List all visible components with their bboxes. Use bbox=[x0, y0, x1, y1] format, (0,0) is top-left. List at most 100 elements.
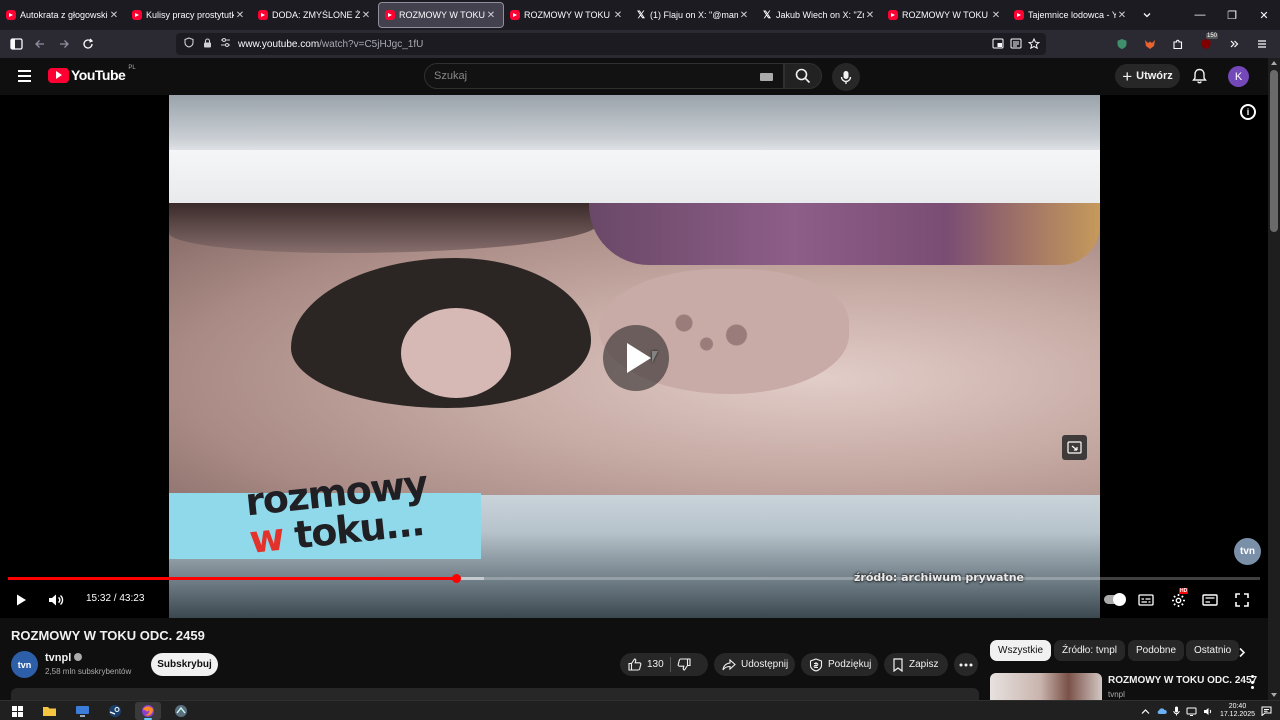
speaker-icon[interactable] bbox=[1203, 707, 1214, 716]
video-player[interactable]: rozmowy w toku... źródło: archiwum prywa… bbox=[0, 95, 1268, 618]
ublock-extension-button[interactable]: 150 bbox=[1194, 32, 1218, 56]
recommended-menu-button[interactable] bbox=[1246, 675, 1258, 689]
play-button[interactable] bbox=[8, 587, 34, 613]
channel-watermark[interactable]: tvn bbox=[1234, 538, 1261, 565]
close-tab-icon[interactable]: ✕ bbox=[234, 10, 246, 21]
reader-view-icon[interactable] bbox=[1010, 36, 1022, 54]
network-icon[interactable] bbox=[1186, 707, 1197, 716]
info-icon[interactable]: i bbox=[1240, 104, 1256, 120]
scroll-down-arrow-icon[interactable] bbox=[1271, 693, 1277, 697]
dislike-button[interactable] bbox=[677, 658, 691, 671]
close-tab-icon[interactable]: ✕ bbox=[864, 10, 876, 21]
extension-fox-button[interactable] bbox=[1138, 32, 1162, 56]
taskbar-firefox[interactable] bbox=[135, 702, 161, 720]
keyboard-icon[interactable] bbox=[760, 73, 773, 81]
chip-all[interactable]: Wszystkie bbox=[990, 640, 1051, 661]
description-box[interactable] bbox=[11, 688, 979, 700]
theater-mode-button[interactable] bbox=[1197, 587, 1223, 613]
share-button[interactable]: Udostępnij bbox=[714, 653, 795, 676]
back-button[interactable] bbox=[28, 32, 52, 56]
browser-tab[interactable]: 𝕏 (1) Flaju on X: "@mamic✕ bbox=[630, 2, 756, 28]
chip-from-channel[interactable]: Źródło: tvnpl bbox=[1054, 640, 1126, 661]
scrubber-handle[interactable] bbox=[451, 574, 461, 583]
thanks-button[interactable]: Podziękuj bbox=[801, 653, 878, 676]
taskbar-app[interactable] bbox=[168, 702, 194, 720]
browser-tab[interactable]: DODA: ZMYŚLONE ŻYCIE✕ bbox=[252, 2, 378, 28]
bookmark-star-icon[interactable] bbox=[1027, 36, 1041, 54]
search-button[interactable] bbox=[784, 63, 822, 89]
mute-button[interactable] bbox=[43, 587, 69, 613]
cloud-icon[interactable] bbox=[1156, 707, 1167, 715]
taskbar-remote-desktop[interactable] bbox=[69, 702, 95, 720]
subtitles-button[interactable] bbox=[1133, 587, 1159, 613]
notifications-tray-icon[interactable] bbox=[1261, 706, 1272, 716]
browser-tab[interactable]: Tajemnice lodowca - You✕ bbox=[1008, 2, 1134, 28]
browser-tab[interactable]: Autokrata z głogowskiej ✕ bbox=[0, 2, 126, 28]
app-menu-button[interactable] bbox=[1250, 32, 1274, 56]
chip-related[interactable]: Podobne bbox=[1128, 640, 1185, 661]
close-tab-icon[interactable]: ✕ bbox=[1116, 10, 1128, 21]
lock-icon[interactable] bbox=[198, 37, 216, 51]
extensions-button[interactable] bbox=[1166, 32, 1190, 56]
channel-name[interactable]: tvnpl bbox=[45, 652, 71, 664]
notifications-button[interactable] bbox=[1188, 65, 1210, 87]
voice-search-button[interactable] bbox=[832, 63, 860, 91]
save-button[interactable]: Zapisz bbox=[884, 653, 948, 676]
browser-tab[interactable]: ROZMOWY W TOKU ODC.✕ bbox=[378, 2, 504, 28]
page-scrollbar[interactable] bbox=[1268, 58, 1280, 700]
recommended-title[interactable]: ROZMOWY W TOKU ODC. 2457 bbox=[1108, 675, 1257, 686]
minimize-window-button[interactable]: — bbox=[1184, 9, 1216, 21]
channel-avatar[interactable]: tvn bbox=[11, 651, 38, 678]
browser-tab[interactable]: ROZMOWY W TOKU ODC.✕ bbox=[882, 2, 1008, 28]
chip-recent[interactable]: Ostatnio bbox=[1186, 640, 1240, 661]
close-tab-icon[interactable]: ✕ bbox=[108, 10, 120, 21]
microphone-tray-icon[interactable] bbox=[1173, 706, 1180, 716]
close-tab-icon[interactable]: ✕ bbox=[485, 10, 497, 21]
create-button[interactable]: + Utwórz bbox=[1115, 64, 1180, 88]
close-tab-icon[interactable]: ✕ bbox=[612, 10, 624, 21]
shield-icon[interactable] bbox=[180, 37, 198, 51]
browser-tab[interactable]: 𝕏 Jakub Wiech on X: "Zrob✕ bbox=[756, 2, 882, 28]
miniplayer-button[interactable] bbox=[1062, 435, 1087, 460]
scrollbar-thumb[interactable] bbox=[1270, 70, 1278, 232]
picture-in-picture-icon[interactable] bbox=[992, 36, 1004, 54]
chips-next-button[interactable] bbox=[1234, 644, 1250, 660]
scroll-up-arrow-icon[interactable] bbox=[1271, 61, 1277, 65]
channel-name-row[interactable]: tvnpl bbox=[45, 652, 83, 664]
extension-shield-button[interactable] bbox=[1110, 32, 1134, 56]
url-text[interactable]: www.youtube.com/watch?v=C5jHJgc_1fU bbox=[238, 39, 423, 50]
chevron-up-icon[interactable] bbox=[1141, 708, 1150, 715]
forward-button[interactable] bbox=[52, 32, 76, 56]
overflow-menu-button[interactable] bbox=[1222, 32, 1246, 56]
fullscreen-button[interactable] bbox=[1229, 587, 1255, 613]
like-button[interactable]: 130 bbox=[620, 658, 664, 671]
close-tab-icon[interactable]: ✕ bbox=[360, 10, 372, 21]
taskbar-file-explorer[interactable] bbox=[36, 702, 62, 720]
close-tab-icon[interactable]: ✕ bbox=[990, 10, 1002, 21]
taskbar-steam[interactable] bbox=[102, 702, 128, 720]
guide-menu-button[interactable] bbox=[12, 64, 36, 88]
account-avatar[interactable]: K bbox=[1228, 66, 1249, 87]
tab-list-button[interactable] bbox=[1136, 2, 1158, 28]
close-tab-icon[interactable]: ✕ bbox=[738, 10, 750, 21]
autoplay-toggle[interactable] bbox=[1104, 593, 1126, 606]
settings-button[interactable]: HD bbox=[1165, 587, 1191, 613]
close-window-button[interactable]: ✕ bbox=[1248, 9, 1280, 22]
youtube-logo[interactable]: YouTube PL bbox=[48, 65, 136, 83]
permissions-icon[interactable] bbox=[216, 38, 234, 50]
browser-tab[interactable]: Kulisy pracy prostytutki. ✕ bbox=[126, 2, 252, 28]
search-input[interactable] bbox=[425, 64, 725, 88]
recommended-channel[interactable]: tvnpl bbox=[1108, 690, 1125, 699]
large-play-button[interactable] bbox=[603, 325, 669, 391]
browser-tab[interactable]: ROZMOWY W TOKU ODC.✕ bbox=[504, 2, 630, 28]
address-bar[interactable]: www.youtube.com/watch?v=C5jHJgc_1fU bbox=[176, 33, 1046, 55]
progress-bar[interactable] bbox=[8, 574, 1260, 583]
start-button[interactable] bbox=[4, 702, 30, 720]
recommended-thumbnail[interactable] bbox=[990, 673, 1102, 700]
system-clock[interactable]: 20:40 17.12.2025 bbox=[1220, 703, 1255, 719]
restore-window-button[interactable]: ❐ bbox=[1216, 9, 1248, 22]
subscribe-button[interactable]: Subskrybuj bbox=[151, 653, 218, 676]
reload-button[interactable] bbox=[76, 32, 100, 56]
sidebar-toggle-button[interactable] bbox=[4, 32, 28, 56]
more-actions-button[interactable] bbox=[954, 653, 978, 676]
